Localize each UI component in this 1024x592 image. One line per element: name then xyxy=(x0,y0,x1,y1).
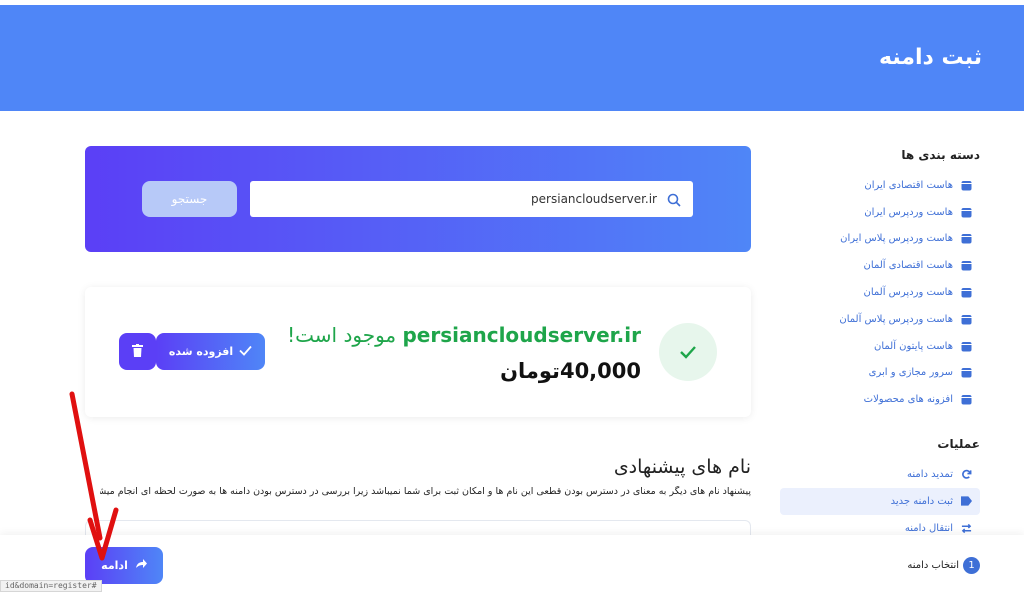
sidebar-category-item[interactable]: افزونه های محصولات xyxy=(780,386,980,413)
sidebar-item-label: هاست اقتصادی آلمان xyxy=(863,260,953,272)
sidebar-category-item[interactable]: هاست وردپرس ایران xyxy=(780,199,980,226)
trash-icon xyxy=(132,342,143,361)
categories-title: دسته بندی ها xyxy=(901,148,980,162)
box-icon xyxy=(961,207,972,218)
refresh-icon xyxy=(961,469,972,480)
box-icon xyxy=(961,341,972,352)
sidebar-item-label: ثبت دامنه جدید xyxy=(890,495,953,507)
sidebar: دسته بندی ها هاست اقتصادی ایران هاست وردپ… xyxy=(780,140,980,542)
box-icon xyxy=(961,287,972,298)
added-to-cart-button[interactable]: افزوده شده xyxy=(156,333,265,370)
step-indicator: 1 انتخاب دامنه xyxy=(907,557,980,574)
box-icon xyxy=(961,367,972,378)
price: 40,000تومان xyxy=(500,359,641,383)
remove-button[interactable] xyxy=(119,333,156,370)
sidebar-item-register[interactable]: ثبت دامنه جدید xyxy=(780,487,980,515)
step-label: انتخاب دامنه xyxy=(907,560,959,571)
sidebar-item-label: انتقال دامنه xyxy=(904,522,953,534)
red-arrow-annotation xyxy=(69,391,119,561)
actions-title: عملیات xyxy=(937,437,980,452)
search-icon xyxy=(667,192,681,211)
result-card: persiancloudserver.ir موجود است! 40,000ت… xyxy=(85,287,751,417)
sidebar-item-label: سرور مجازی و ابری xyxy=(868,367,953,379)
sidebar-category-item[interactable]: هاست اقتصادی آلمان xyxy=(780,252,980,279)
sidebar-item-label: تمدید دامنه xyxy=(907,469,953,481)
availability-message: persiancloudserver.ir موجود است! xyxy=(287,323,641,347)
sidebar-item-label: هاست وردپرس ایران xyxy=(864,206,953,218)
transfer-icon xyxy=(961,523,972,534)
result-domain: persiancloudserver.ir xyxy=(402,323,641,347)
sidebar-item-label: هاست وردپرس پلاس آلمان xyxy=(839,313,953,325)
sidebar-item-label: هاست وردپرس پلاس ایران xyxy=(840,233,953,245)
box-icon xyxy=(961,233,972,244)
sidebar-category-item[interactable]: هاست وردپرس پلاس ایران xyxy=(780,226,980,253)
arrow-icon xyxy=(135,559,147,572)
sidebar-category-item[interactable]: هاست اقتصادی ایران xyxy=(780,172,980,199)
sidebar-item-renew[interactable]: تمدید دامنه xyxy=(780,461,980,488)
box-icon xyxy=(961,314,972,325)
sidebar-category-item[interactable]: هاست وردپرس آلمان xyxy=(780,279,980,306)
sidebar-category-item[interactable]: هاست پایتون آلمان xyxy=(780,333,980,360)
step-number: 1 xyxy=(963,557,980,574)
bottom-bar: ادامه 1 انتخاب دامنه xyxy=(0,535,1024,592)
sidebar-item-label: هاست پایتون آلمان xyxy=(873,340,953,352)
domain-search-input[interactable]: persiancloudserver.ir xyxy=(250,181,693,217)
search-value: persiancloudserver.ir xyxy=(531,192,657,206)
suggestions-title: نام های پیشنهادی xyxy=(613,456,751,478)
box-icon xyxy=(961,180,972,191)
status-bar-url: id&domain=register# xyxy=(0,580,102,592)
page-title: ثبت دامنه xyxy=(879,45,982,70)
added-button-label: افزوده شده xyxy=(168,345,234,358)
sidebar-category-item[interactable]: سرور مجازی و ابری xyxy=(780,360,980,387)
tag-icon xyxy=(961,496,972,507)
search-card: persiancloudserver.ir جستجو xyxy=(85,146,751,252)
page-header: ثبت دامنه xyxy=(0,5,1024,111)
search-button[interactable]: جستجو xyxy=(142,181,237,217)
suggestions-description: پیشنهاد نام های دیگر به معنای در دسترس ب… xyxy=(100,486,751,497)
sidebar-item-label: افزونه های محصولات xyxy=(863,394,953,406)
box-icon xyxy=(961,394,972,405)
sidebar-item-label: هاست اقتصادی ایران xyxy=(864,179,953,191)
available-text: موجود است! xyxy=(287,323,397,347)
checkmark-icon xyxy=(239,345,252,359)
check-icon xyxy=(659,323,717,381)
sidebar-item-label: هاست وردپرس آلمان xyxy=(863,287,954,299)
sidebar-category-item[interactable]: هاست وردپرس پلاس آلمان xyxy=(780,306,980,333)
box-icon xyxy=(961,260,972,271)
